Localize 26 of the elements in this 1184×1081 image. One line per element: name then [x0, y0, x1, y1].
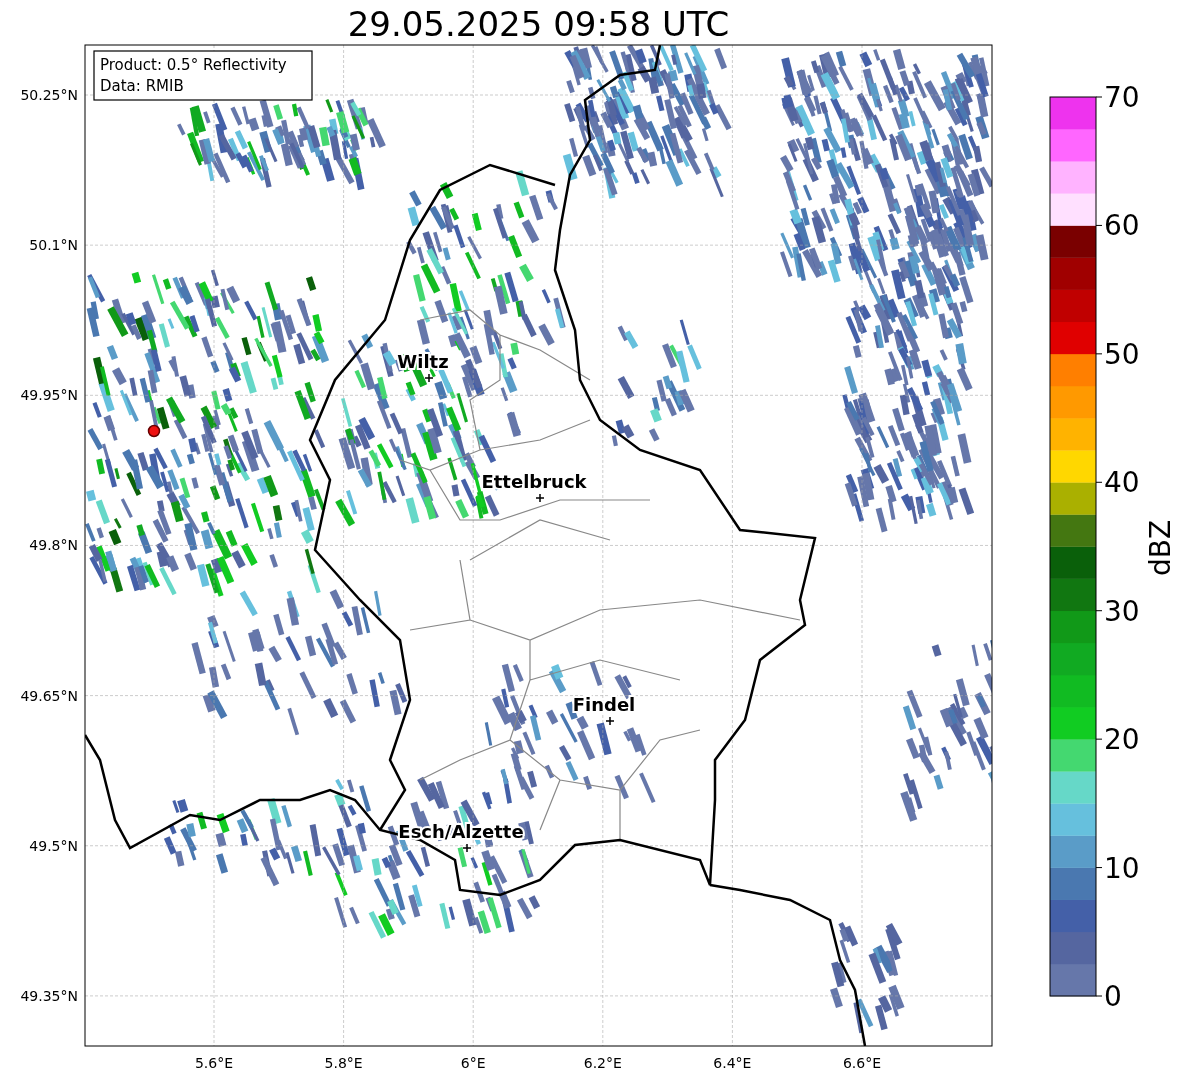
legend-text: Data: RMIB: [100, 77, 184, 95]
y-tick-label: 49.65°N: [20, 687, 78, 704]
colorbar-tick-label: 10: [1104, 851, 1140, 885]
colorbar-label: dBZ: [1144, 519, 1177, 577]
x-tick-label: 5.6°E: [194, 1055, 234, 1071]
y-tick-label: 50.25°N: [20, 87, 78, 103]
colorbar-tick-label: 50: [1104, 337, 1140, 371]
colorbar-tick-label: 30: [1104, 594, 1140, 628]
colorbar-tick-label: 70: [1104, 81, 1140, 114]
colorbar-tick-label: 40: [1104, 466, 1140, 500]
x-tick-label: 6.6°E: [842, 1055, 882, 1071]
x-tick-label: 6.4°E: [713, 1055, 752, 1071]
city-label: Findel: [572, 694, 636, 715]
chart-title: 29.05.2025 09:58 UTC: [347, 4, 730, 44]
y-tick-label: 50.1°N: [29, 237, 78, 254]
legend-text: Product: 0.5° Reflectivity: [100, 56, 287, 74]
colorbar-tick-label: 0: [1104, 980, 1122, 1013]
x-tick-label: 6°E: [460, 1055, 486, 1071]
colorbar-tick-label: 20: [1104, 723, 1140, 757]
colorbar-tick-label: 60: [1104, 209, 1140, 243]
y-tick-label: 49.8°N: [29, 537, 78, 554]
y-tick-label: 49.5°N: [29, 837, 78, 854]
x-tick-label: 6.2°E: [583, 1055, 622, 1071]
y-tick-label: 49.35°N: [20, 987, 78, 1004]
y-tick-label: 49.95°N: [20, 387, 78, 404]
x-tick-label: 5.8°E: [324, 1055, 363, 1071]
